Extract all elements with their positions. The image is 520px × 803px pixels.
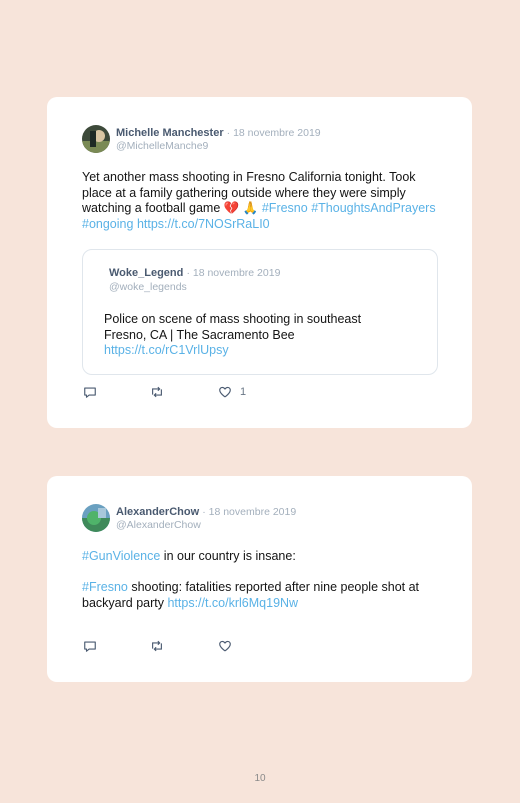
tweet-link[interactable]: https://t.co/krl6Mq19Nw [167,596,298,610]
reply-icon [84,641,96,652]
author-name[interactable]: AlexanderChow [116,506,199,518]
hashtag[interactable]: #Fresno [82,580,128,594]
retweet-button[interactable] [150,385,164,399]
tweet-date: · 18 novembre 2019 [202,506,297,518]
like-icon [219,386,231,398]
reply-button[interactable] [83,639,97,653]
hashtag[interactable]: #ThoughtsAndPrayers [311,201,435,215]
like-count: 1 [240,386,247,398]
author-name[interactable]: Michelle Manchester [116,127,224,139]
page-number: 10 [254,773,266,784]
reply-icon [84,387,96,398]
tweet-body: in our country is insane: [160,549,296,563]
reply-button[interactable] [83,385,97,399]
author-line: Michelle Manchester · 18 novembre 2019 [116,127,321,139]
author-handle[interactable]: @MichelleManche9 [116,140,208,152]
hashtag[interactable]: #ongoing [82,217,133,231]
tweet-emoji: 💔 🙏 [223,201,259,215]
tweet-text: Yet another mass shooting in Fresno Cali… [82,170,442,232]
avatar[interactable] [82,125,110,153]
quote-text: Police on scene of mass shooting in sout… [104,312,394,359]
retweet-button[interactable] [150,639,164,653]
author-line: AlexanderChow · 18 novembre 2019 [116,506,296,518]
like-icon [219,640,231,652]
tweet-link[interactable]: https://t.co/7NOSrRaLI0 [137,217,270,231]
tweet-card-2: AlexanderChow · 18 novembre 2019 @Alexan… [47,476,472,682]
retweet-icon [152,640,162,652]
quote-handle[interactable]: @woke_legends [109,281,187,293]
author-handle[interactable]: @AlexanderChow [116,519,201,531]
quote-author-name[interactable]: Woke_Legend [109,267,183,279]
retweet-icon [152,386,162,398]
tweet-date: · 18 novembre 2019 [226,127,321,139]
quote-date: · 18 novembre 2019 [186,267,281,279]
quote-author-line: Woke_Legend · 18 novembre 2019 [109,267,280,279]
tweet-text: #GunViolence in our country is insane: #… [82,549,442,611]
tweet-card-1: Michelle Manchester · 18 novembre 2019 @… [47,97,472,428]
avatar[interactable] [82,504,110,532]
quote-link[interactable]: https://t.co/rC1VrlUpsy [104,343,229,357]
tweet-actions: 1 [83,385,283,399]
tweet-actions [83,639,283,653]
like-button[interactable] [218,639,232,653]
quote-body: Police on scene of mass shooting in sout… [104,312,362,342]
hashtag[interactable]: #GunViolence [82,549,160,563]
quoted-tweet[interactable]: Woke_Legend · 18 novembre 2019 @woke_leg… [82,249,438,375]
hashtag[interactable]: #Fresno [262,201,308,215]
like-button[interactable]: 1 [218,385,246,399]
